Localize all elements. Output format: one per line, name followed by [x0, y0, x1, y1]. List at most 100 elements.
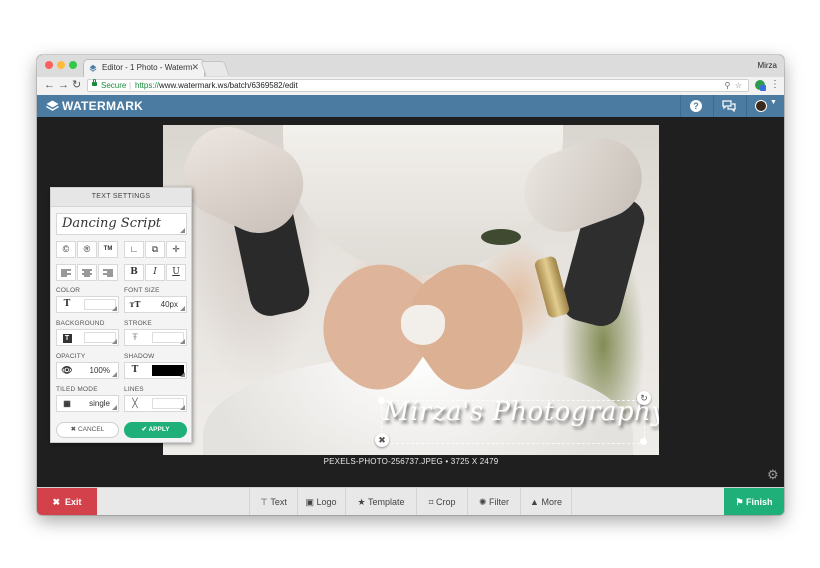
duplicate-icon[interactable]: ⧉ [145, 241, 165, 258]
lock-icon [92, 79, 97, 86]
browser-tab-bar: Editor - 1 Photo - Watermark.ws ✕ Mirza [37, 55, 784, 77]
filter-icon: ✺ [478, 497, 487, 507]
color-picker[interactable]: T [56, 296, 119, 313]
photo-heart-gap [401, 305, 445, 345]
registered-symbol-button[interactable]: ® [77, 241, 97, 258]
filter-tool-label: Filter [489, 497, 510, 507]
color-label: COLOR [56, 287, 81, 294]
zoom-window-icon[interactable] [69, 61, 77, 69]
chevron-down-icon: ▼ [770, 99, 777, 106]
browser-menu-icon[interactable]: ⋮ [770, 79, 780, 90]
address-bar[interactable]: Secure | https:// www.watermark.ws/batch… [87, 79, 749, 92]
brand-name[interactable]: WATERMARK [62, 99, 143, 113]
watermark-resize-handle-top-left[interactable] [378, 397, 385, 404]
text-tool-icon: ⊤ [260, 497, 268, 507]
forward-icon[interactable]: → [58, 79, 69, 92]
background-label: BACKGROUND [56, 320, 105, 327]
watermark-logo-icon [46, 100, 59, 111]
trademark-symbol-button[interactable]: TM [98, 241, 118, 258]
bottom-toolbar: ✖ Exit ⊤ Text ▣ Logo ★ Template ⌗ Crop ✺… [37, 487, 784, 515]
finish-button[interactable]: ⚑ Finish [724, 488, 784, 515]
filter-tool-button[interactable]: ✺ Filter [468, 488, 521, 515]
text-tool-button[interactable]: ⊤ Text [249, 488, 298, 515]
text-color-icon: T [63, 299, 71, 309]
chat-button[interactable] [713, 95, 744, 117]
watermark-favicon-icon [89, 64, 97, 72]
background-icon: T [57, 330, 77, 345]
align-right-icon[interactable] [98, 264, 118, 281]
tab-close-icon[interactable]: ✕ [191, 62, 199, 73]
dropdown-corner-icon [180, 228, 185, 233]
search-icon[interactable]: ⚲ [725, 81, 731, 90]
stroke-icon: Ŧ [132, 332, 138, 342]
gear-icon[interactable]: ⚙ [767, 467, 779, 483]
opacity-label: OPACITY [56, 353, 86, 360]
reload-icon[interactable]: ↻ [72, 79, 81, 92]
help-icon: ? [690, 100, 702, 112]
opacity-field[interactable]: 👁 100% [56, 362, 119, 379]
text-settings-panel: TEXT SETTINGS Dancing Script © ® TM ∟ ⧉ … [50, 187, 192, 443]
rotate-icon[interactable]: ↻ [637, 391, 651, 405]
lines-cross-icon: ╳ [132, 398, 138, 408]
italic-button[interactable]: I [145, 264, 165, 281]
account-menu-button[interactable]: ▼ [746, 95, 784, 117]
underline-button[interactable]: U [166, 264, 186, 281]
chat-bubbles-icon [722, 100, 736, 112]
dropdown-corner-icon [112, 372, 117, 377]
font-select-value: Dancing Script [62, 216, 161, 231]
photo-bracelet [481, 229, 521, 245]
watermark-text[interactable]: Mirza's Photography [383, 397, 659, 427]
dropdown-corner-icon [112, 339, 117, 344]
minimize-window-icon[interactable] [57, 61, 65, 69]
tiled-mode-select[interactable]: ▦ single [56, 395, 119, 412]
grid-icon: ▦ [63, 399, 71, 408]
back-icon[interactable]: ← [44, 79, 55, 92]
cancel-x-icon: ✖ [70, 426, 77, 433]
stroke-label: STROKE [124, 320, 152, 327]
apply-button[interactable]: ✔ APPLY [124, 422, 187, 438]
bold-button[interactable]: B [124, 264, 144, 281]
more-tool-label: More [541, 497, 562, 507]
move-icon[interactable]: ✛ [166, 241, 186, 258]
stroke-color-picker[interactable]: Ŧ [124, 329, 187, 346]
dropdown-corner-icon [180, 372, 185, 377]
shadow-color-picker[interactable]: T [124, 362, 187, 379]
align-center-icon[interactable] [77, 264, 97, 281]
star-icon: ★ [357, 497, 366, 507]
background-color-picker[interactable]: T [56, 329, 119, 346]
font-size-value: 40px [160, 300, 178, 309]
template-tool-button[interactable]: ★ Template [346, 488, 417, 515]
font-select[interactable]: Dancing Script [56, 213, 187, 235]
editor-canvas: Mirza's Photography ↻ ✖ PEXELS-PHOTO-256… [37, 117, 784, 487]
omnibox-actions: ⚲ ☆ [725, 80, 742, 91]
font-size-field[interactable]: ᴛT 40px [124, 296, 187, 313]
cancel-button[interactable]: ✖ CANCEL [56, 422, 119, 438]
browser-profile-name[interactable]: Mirza [757, 61, 777, 70]
panel-title: TEXT SETTINGS [51, 188, 191, 207]
copyright-symbol-button[interactable]: © [56, 241, 76, 258]
font-size-icon: ᴛT [129, 299, 141, 309]
new-tab-button[interactable] [200, 61, 230, 76]
dropdown-corner-icon [112, 405, 117, 410]
crop-icon: ⌗ [428, 497, 434, 507]
delete-watermark-icon[interactable]: ✖ [375, 433, 389, 447]
address-toolbar: ← → ↻ Secure | https:// www.watermark.ws… [37, 77, 784, 96]
arc-text-icon[interactable]: ∟ [124, 241, 144, 258]
lines-picker[interactable]: ╳ [124, 395, 187, 412]
text-tool-label: Text [270, 497, 287, 507]
more-tool-button[interactable]: ▲ More [521, 488, 572, 515]
help-button[interactable]: ? [680, 95, 711, 117]
logo-tool-button[interactable]: ▣ Logo [297, 488, 346, 515]
close-window-icon[interactable] [45, 61, 53, 69]
crop-tool-button[interactable]: ⌗ Crop [417, 488, 468, 515]
browser-tab[interactable]: Editor - 1 Photo - Watermark.ws ✕ [83, 59, 205, 77]
exit-label: Exit [65, 497, 82, 507]
watermark-resize-handle-bottom-right[interactable] [640, 438, 647, 445]
exit-button[interactable]: ✖ Exit [37, 488, 97, 515]
align-left-icon[interactable] [56, 264, 76, 281]
bookmark-star-icon[interactable]: ☆ [735, 81, 742, 90]
photo-preview[interactable]: Mirza's Photography ↻ ✖ [163, 125, 659, 455]
dropdown-corner-icon [180, 405, 185, 410]
address-separator: | [129, 81, 132, 90]
eye-icon: 👁 [61, 365, 73, 375]
